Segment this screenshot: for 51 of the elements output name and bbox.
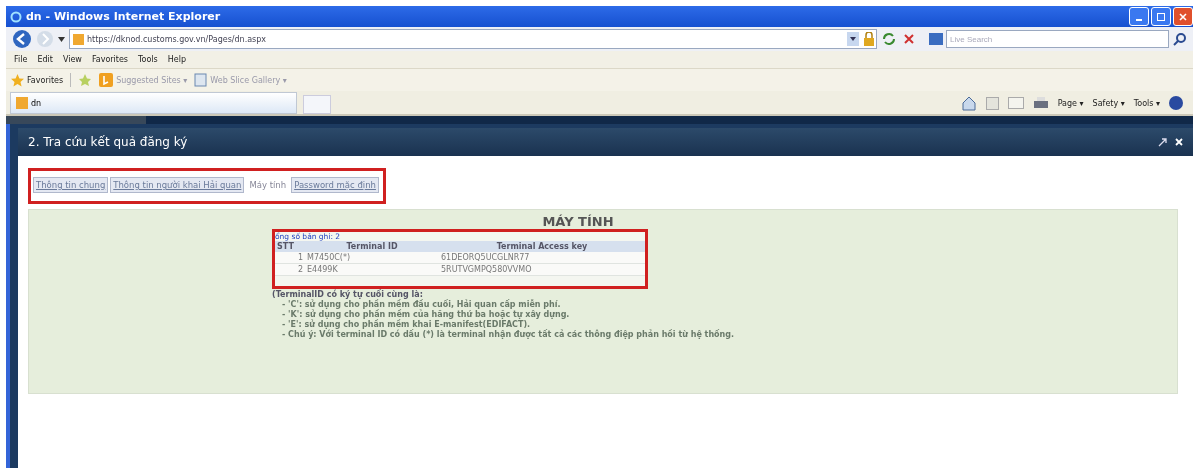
close-icon xyxy=(1179,12,1187,21)
back-button[interactable] xyxy=(12,29,32,49)
page-icon xyxy=(73,33,84,45)
maximize-button[interactable] xyxy=(1151,7,1171,26)
close-button[interactable] xyxy=(1173,7,1193,26)
refresh-icon[interactable] xyxy=(881,31,897,47)
minimize-button[interactable] xyxy=(1129,7,1149,26)
resize-icon[interactable] xyxy=(1158,137,1167,147)
column-header: Terminal Access key xyxy=(439,241,645,252)
maximize-icon xyxy=(1157,12,1165,21)
note-text: - 'E': sử dụng cho phần mềm khai E-manifest(EDIFACT). xyxy=(281,320,532,330)
column-header: Terminal ID xyxy=(305,241,439,252)
note-text: - Chú ý: Với terminal ID có dấu (*) là terminal nhận được tất cả các thông điệp phản hồi từ hệ thống. xyxy=(281,330,736,340)
page-icon xyxy=(16,97,28,109)
menu-item[interactable]: Tools xyxy=(138,55,158,64)
browser-logo-icon xyxy=(10,10,22,23)
printer-icon[interactable] xyxy=(1032,96,1049,110)
tab[interactable]: Password mặc định xyxy=(291,177,379,193)
table-cell: M7450C(*) xyxy=(305,252,439,264)
menu-item[interactable]: Favorites xyxy=(91,55,128,64)
note-text: (TerminalID có ký tự cuối cùng là: xyxy=(272,290,423,300)
menu-item[interactable]: Edit xyxy=(37,55,53,64)
tab[interactable]: Thông tin chung xyxy=(33,177,109,193)
home-icon[interactable] xyxy=(960,95,977,111)
menu-item[interactable]: File xyxy=(14,55,28,64)
note-text: - 'K': sử dụng cho phần mềm của hãng thứ ba hoặc tự xây dựng. xyxy=(281,310,571,320)
minimize-icon xyxy=(1136,18,1142,21)
tab[interactable]: Thông tin người khai Hải quan xyxy=(110,177,245,193)
address-field[interactable]: https://dknod.customs.gov.vn/Pages/dn.aspx xyxy=(69,29,877,49)
window-title: dn - Windows Internet Explorer xyxy=(26,10,221,23)
page-icon xyxy=(194,73,208,87)
command-menu[interactable]: Safety ▾ xyxy=(1092,98,1125,108)
command-menu[interactable]: Tools ▾ xyxy=(1133,98,1160,108)
site-icon xyxy=(99,73,114,87)
menu-item[interactable]: Help xyxy=(167,55,186,64)
section-title: MÁY TÍNH xyxy=(541,213,615,229)
search-icon[interactable] xyxy=(1173,32,1187,46)
favorites-button[interactable]: Favorites xyxy=(11,73,64,87)
dialog-title: 2. Tra cứu kết quả đăng ký xyxy=(28,135,188,149)
star-icon xyxy=(11,73,24,87)
search-field[interactable]: Live Search xyxy=(946,30,1169,48)
browser-tab[interactable]: dn xyxy=(10,92,297,114)
close-icon[interactable] xyxy=(1175,138,1183,146)
table-cell: 61DEORQ5UCGLNR77 xyxy=(439,252,645,264)
dropdown-arrow-icon[interactable] xyxy=(58,36,65,42)
column-header: STT xyxy=(275,241,305,252)
search-provider-icon xyxy=(929,33,943,45)
command-menu[interactable]: Page ▾ xyxy=(1057,98,1084,108)
table-cell: 1 xyxy=(275,252,305,264)
menu-item[interactable]: View xyxy=(62,55,82,64)
note-text: - 'C': sử dụng cho phần mềm đầu cuối, Hải quan cấp miễn phí. xyxy=(282,300,562,310)
